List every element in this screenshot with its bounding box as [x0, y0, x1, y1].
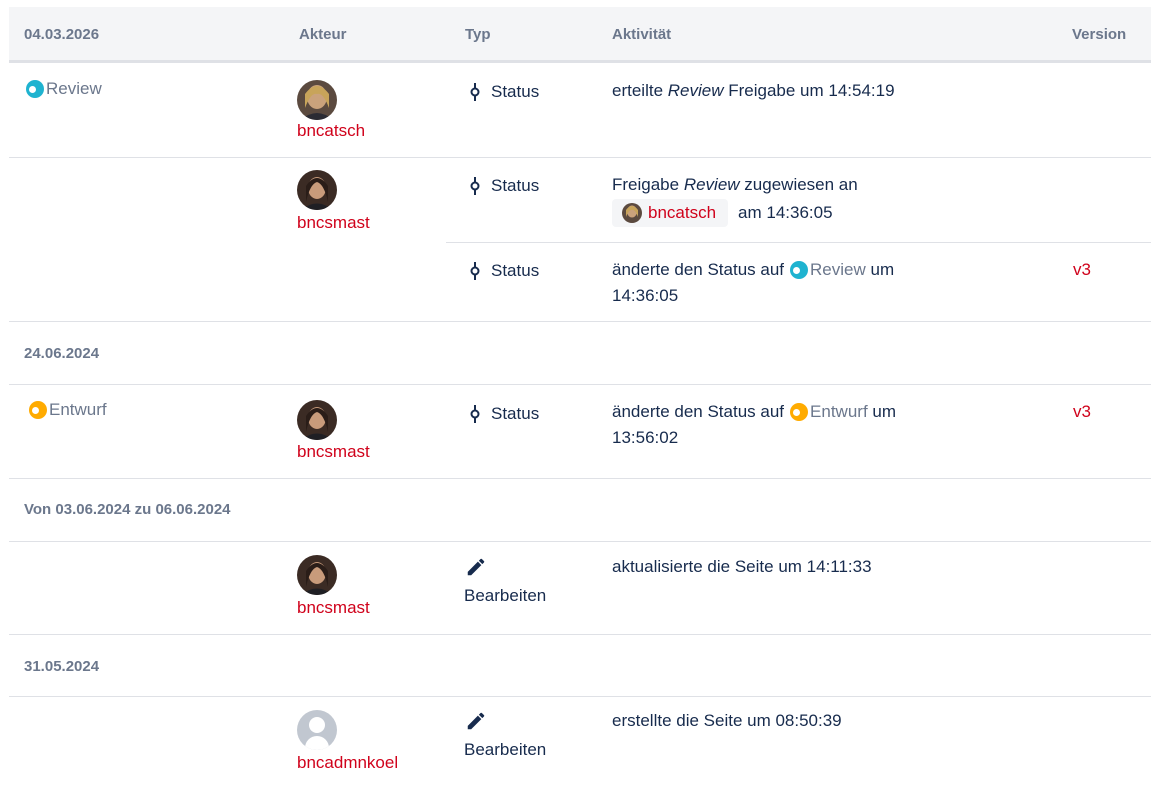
activity-part: änderte den Status auf [612, 260, 785, 279]
activity-part: 13:56:02 [612, 428, 679, 447]
state-badge-review: Review [26, 79, 102, 99]
row-divider [9, 384, 1151, 385]
activity-text: aktualisierte die Seite um 14:11:33 [612, 557, 872, 576]
row-divider [9, 634, 1151, 635]
type-status: Status [470, 261, 539, 281]
user-link[interactable]: bncsmast [297, 213, 370, 233]
activity-text: erstellte die Seite um 08:50:39 [612, 711, 842, 730]
commit-icon [470, 405, 480, 423]
user-link[interactable]: bncsmast [297, 598, 370, 618]
user-mention[interactable]: bncatsch [612, 199, 729, 227]
activity-part: 14:36:05 [612, 286, 679, 305]
type-status: Status [470, 176, 539, 196]
review-status-icon [790, 261, 809, 279]
activity-part: Freigabe um 14:54:19 [723, 81, 895, 100]
state-label: Entwurf [810, 402, 868, 421]
version-link[interactable]: v3 [1073, 402, 1091, 422]
type-label: Status [491, 404, 540, 423]
header-actor[interactable]: Akteur [299, 26, 347, 43]
type-label: Status [491, 82, 540, 101]
state-badge-draft: Entwurf [29, 400, 107, 420]
draft-status-icon [29, 401, 47, 419]
user-link[interactable]: bncsmast [297, 442, 370, 462]
header-activity[interactable]: Aktivität [612, 26, 671, 43]
type-edit: Bearbeiten [464, 586, 547, 605]
activity-part: änderte den Status auf [612, 402, 785, 421]
pencil-icon [465, 556, 487, 583]
draft-status-icon [790, 403, 809, 421]
state-label: Review [46, 79, 102, 98]
group-date: 31.05.2024 [24, 658, 100, 675]
avatar-default[interactable] [297, 710, 337, 750]
state-badge-review: Review [790, 257, 866, 283]
type-label: Status [491, 176, 540, 195]
row-divider [9, 478, 1151, 479]
type-label: Status [491, 261, 540, 280]
user-link[interactable]: bncatsch [297, 121, 365, 141]
pencil-icon [465, 710, 487, 737]
type-status: Status [470, 404, 539, 424]
activity-text: änderte den Status auf Entwurf um 13:56:… [612, 399, 1012, 451]
state-label: Review [810, 260, 866, 279]
commit-icon [470, 262, 480, 280]
type-status: Status [470, 82, 539, 102]
header-type[interactable]: Typ [465, 26, 491, 43]
activity-italic: Review [683, 175, 740, 194]
commit-icon [470, 177, 480, 195]
avatar-bncsmast[interactable] [297, 400, 337, 440]
activity-part: erteilte [612, 81, 668, 100]
row-divider [9, 321, 1151, 322]
row-divider [9, 696, 1151, 697]
row-divider [9, 541, 1151, 542]
type-edit: Bearbeiten [464, 740, 547, 759]
activity-part: um [867, 402, 897, 421]
avatar-bncsmast[interactable] [297, 170, 337, 210]
mention-avatar [622, 203, 642, 223]
table-header: 04.03.2026 Akteur Typ Aktivität Version [9, 7, 1151, 63]
activity-italic: Review [667, 81, 724, 100]
mention-label: bncatsch [648, 203, 717, 222]
activity-part: Freigabe [612, 175, 684, 194]
activity-text: änderte den Status auf Review um 14:36:0… [612, 257, 1012, 309]
state-badge-draft: Entwurf [790, 399, 868, 425]
activity-part: um [865, 260, 895, 279]
review-status-icon [26, 80, 44, 98]
activity-text: Freigabe Review zugewiesen an bncatsch a… [612, 172, 858, 227]
header-version[interactable]: Version [1072, 26, 1126, 43]
activity-part: am 14:36:05 [738, 203, 833, 222]
row-divider [446, 242, 1151, 243]
commit-icon [470, 83, 480, 101]
user-link[interactable]: bncadmnkoel [297, 753, 398, 773]
group-date: 24.06.2024 [24, 345, 100, 362]
version-link[interactable]: v3 [1073, 260, 1091, 280]
state-label: Entwurf [49, 400, 107, 419]
avatar-bncatsch[interactable] [297, 80, 337, 120]
row-divider [9, 157, 1151, 158]
activity-part: zugewiesen an [739, 175, 858, 194]
activity-text: erteilte Review Freigabe um 14:54:19 [612, 78, 895, 104]
header-date: 04.03.2026 [24, 26, 100, 43]
avatar-bncsmast[interactable] [297, 555, 337, 595]
group-date: Von 03.06.2024 zu 06.06.2024 [24, 501, 231, 518]
